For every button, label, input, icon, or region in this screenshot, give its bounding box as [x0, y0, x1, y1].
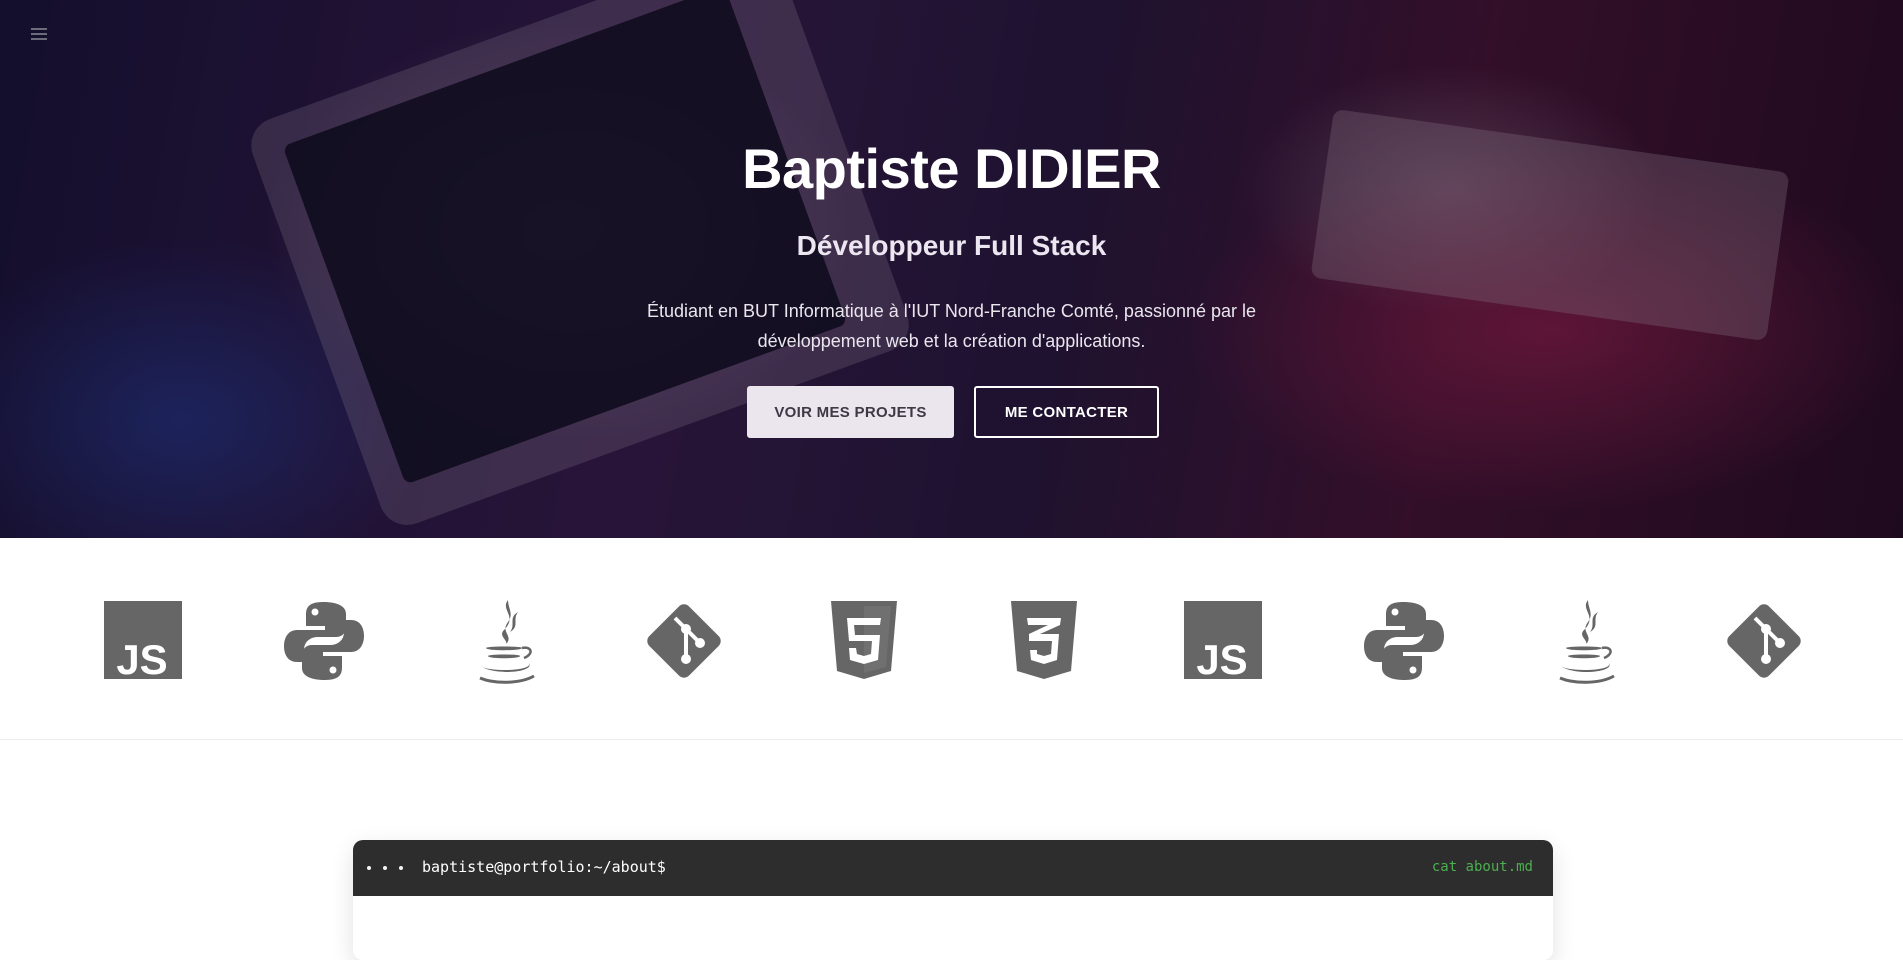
- html5-icon: [824, 598, 904, 684]
- about-terminal: baptiste@portfolio:~/about$ cat about.md: [353, 840, 1553, 960]
- terminal-command: cat about.md: [1431, 859, 1533, 875]
- svg-text:JS: JS: [1196, 636, 1247, 683]
- window-dot: [367, 866, 371, 870]
- page-title: Baptiste DIDIER: [742, 137, 1161, 200]
- window-dot: [399, 866, 403, 870]
- javascript-icon: JS: [104, 598, 184, 684]
- window-dot: [383, 866, 387, 870]
- css3-icon: [1004, 598, 1084, 684]
- terminal-title-bar: baptiste@portfolio:~/about$ cat about.md: [353, 840, 1553, 896]
- svg-text:JS: JS: [116, 636, 167, 683]
- hamburger-menu-icon[interactable]: [31, 27, 49, 41]
- hero-subtitle: Développeur Full Stack: [796, 230, 1107, 261]
- python-icon: [1364, 598, 1444, 684]
- hero-section: Baptiste DIDIER Développeur Full Stack É…: [0, 0, 1903, 538]
- tech-stack-strip: JS JS: [0, 538, 1903, 740]
- contact-button[interactable]: ME CONTACTER: [974, 386, 1159, 438]
- java-icon: [1544, 598, 1624, 684]
- git-icon: [1724, 598, 1804, 684]
- python-icon: [284, 598, 364, 684]
- git-icon: [644, 598, 724, 684]
- view-projects-button[interactable]: VOIR MES PROJETS: [747, 386, 954, 438]
- java-icon: [464, 598, 544, 684]
- hero-overlay: [0, 0, 1903, 538]
- javascript-icon: JS: [1184, 598, 1264, 684]
- terminal-body: [353, 896, 1553, 960]
- hero-description: Étudiant en BUT Informatique à l'IUT Nor…: [646, 301, 1257, 351]
- terminal-prompt: baptiste@portfolio:~/about$: [422, 858, 666, 876]
